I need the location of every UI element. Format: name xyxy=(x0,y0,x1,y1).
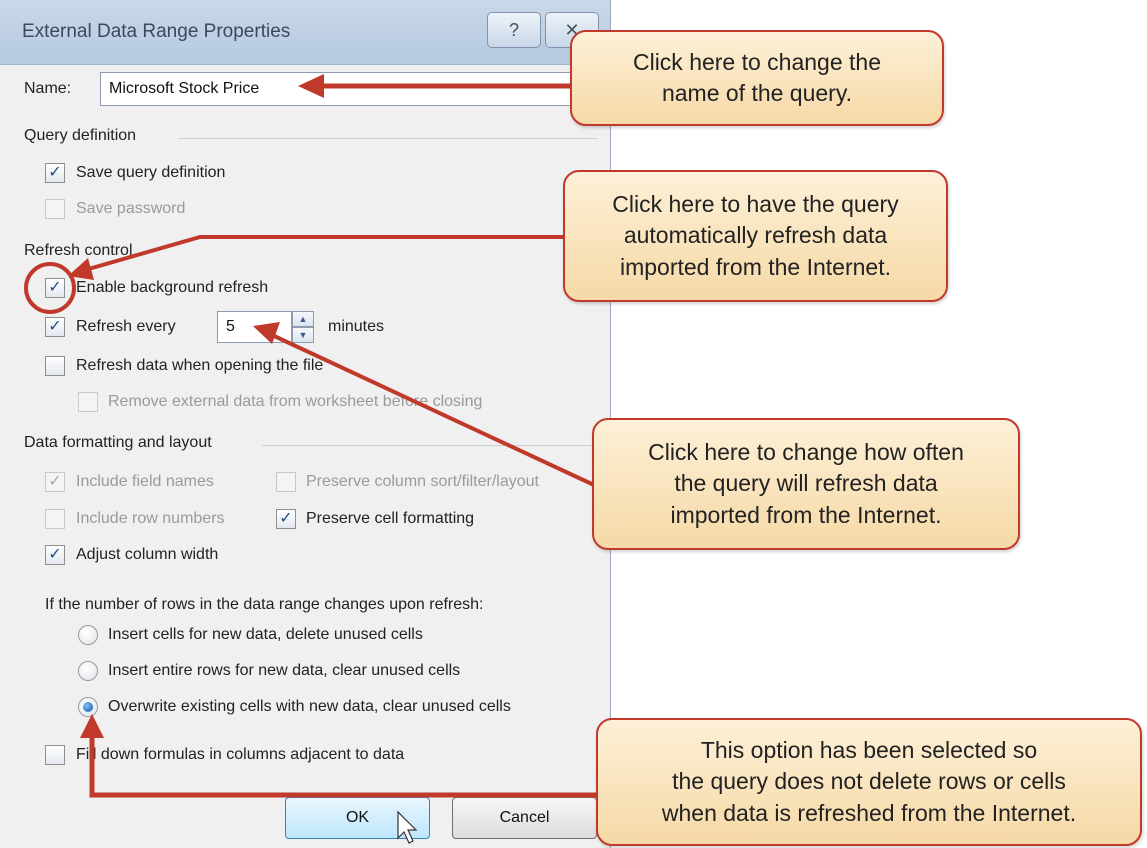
callout-name-line: name of the query. xyxy=(661,80,853,106)
external-data-range-dialog: External Data Range Properties ? ✕ Name:… xyxy=(0,0,620,848)
refresh-control-heading: Refresh control xyxy=(24,242,133,259)
refresh-minutes-input[interactable]: 5 xyxy=(217,311,292,343)
refresh-on-open-label: Refresh data when opening the file xyxy=(76,357,324,374)
adjust-column-width-label: Adjust column width xyxy=(76,546,219,563)
radio-insert-cells[interactable] xyxy=(78,625,98,645)
include-field-names-label: Include field names xyxy=(76,473,214,490)
callout-frequency-line: the query will refresh data xyxy=(674,470,938,497)
save-password-checkbox xyxy=(45,199,65,219)
dialog-title: External Data Range Properties xyxy=(22,21,291,42)
callout-frequency-line: Click here to change how often xyxy=(648,439,964,466)
ok-button[interactable]: OK xyxy=(285,797,430,839)
remove-external-label: Remove external data from worksheet befo… xyxy=(108,393,483,410)
callout-overwrite: This option has been selected so the que… xyxy=(596,718,1142,846)
fill-down-checkbox[interactable] xyxy=(45,745,65,765)
radio-insert-cells-label: Insert cells for new data, delete unused… xyxy=(108,626,423,643)
save-password-label: Save password xyxy=(76,200,186,217)
radio-insert-rows[interactable] xyxy=(78,661,98,681)
name-label: Name: xyxy=(24,80,72,97)
callout-frequency-line: imported from the Internet. xyxy=(670,501,942,528)
section-divider xyxy=(178,138,598,139)
formatting-heading: Data formatting and layout xyxy=(24,434,212,451)
name-input[interactable] xyxy=(100,72,620,106)
spin-down-icon[interactable]: ▼ xyxy=(292,327,314,343)
radio-overwrite[interactable] xyxy=(78,697,98,717)
fill-down-label: Fill down formulas in columns adjacent t… xyxy=(76,746,405,763)
background-refresh-checkbox[interactable]: ✓ xyxy=(45,278,65,298)
preserve-sort-checkbox xyxy=(276,472,296,492)
title-bar: External Data Range Properties ? ✕ xyxy=(0,0,610,65)
callout-background-line: imported from the Internet. xyxy=(619,253,891,280)
callout-overwrite-line: when data is refreshed from the Internet… xyxy=(661,799,1077,826)
callout-name-line: Click here to change the xyxy=(632,48,882,75)
callout-overwrite-line: the query does not delete rows or cells xyxy=(672,768,1066,795)
include-field-names-checkbox: ✓ xyxy=(45,472,65,492)
callout-frequency: Click here to change how often the query… xyxy=(592,418,1020,550)
query-definition-heading: Query definition xyxy=(24,127,137,144)
refresh-every-checkbox[interactable]: ✓ xyxy=(45,317,65,337)
help-icon: ? xyxy=(508,19,519,40)
callout-background-line: automatically refresh data xyxy=(623,222,888,249)
adjust-column-width-checkbox[interactable]: ✓ xyxy=(45,545,65,565)
preserve-formatting-label: Preserve cell formatting xyxy=(306,510,475,527)
save-query-label: Save query definition xyxy=(76,164,226,181)
minutes-label: minutes xyxy=(328,318,385,335)
cancel-button[interactable]: Cancel xyxy=(452,797,597,839)
rows-change-question: If the number of rows in the data range … xyxy=(45,596,484,613)
radio-insert-rows-label: Insert entire rows for new data, clear u… xyxy=(108,662,461,679)
help-button[interactable]: ? xyxy=(487,12,541,48)
background-refresh-label: Enable background refresh xyxy=(76,279,269,296)
spin-up-icon[interactable]: ▲ xyxy=(292,311,314,327)
preserve-formatting-checkbox[interactable]: ✓ xyxy=(276,509,296,529)
refresh-every-label: Refresh every xyxy=(76,318,176,335)
callout-overwrite-line: This option has been selected so xyxy=(700,737,1038,764)
dialog-body xyxy=(0,65,610,848)
remove-external-checkbox xyxy=(78,392,98,412)
callout-background-line: Click here to have the query xyxy=(612,191,899,218)
callout-name: Click here to change the name of the que… xyxy=(570,30,944,126)
section-divider xyxy=(262,445,598,446)
refresh-on-open-checkbox[interactable] xyxy=(45,356,65,376)
save-query-checkbox[interactable]: ✓ xyxy=(45,163,65,183)
preserve-sort-label: Preserve column sort/filter/layout xyxy=(306,473,539,490)
include-row-numbers-label: Include row numbers xyxy=(76,510,225,527)
radio-overwrite-label: Overwrite existing cells with new data, … xyxy=(108,698,511,715)
callout-background-refresh: Click here to have the query automatical… xyxy=(563,170,948,302)
include-row-numbers-checkbox xyxy=(45,509,65,529)
